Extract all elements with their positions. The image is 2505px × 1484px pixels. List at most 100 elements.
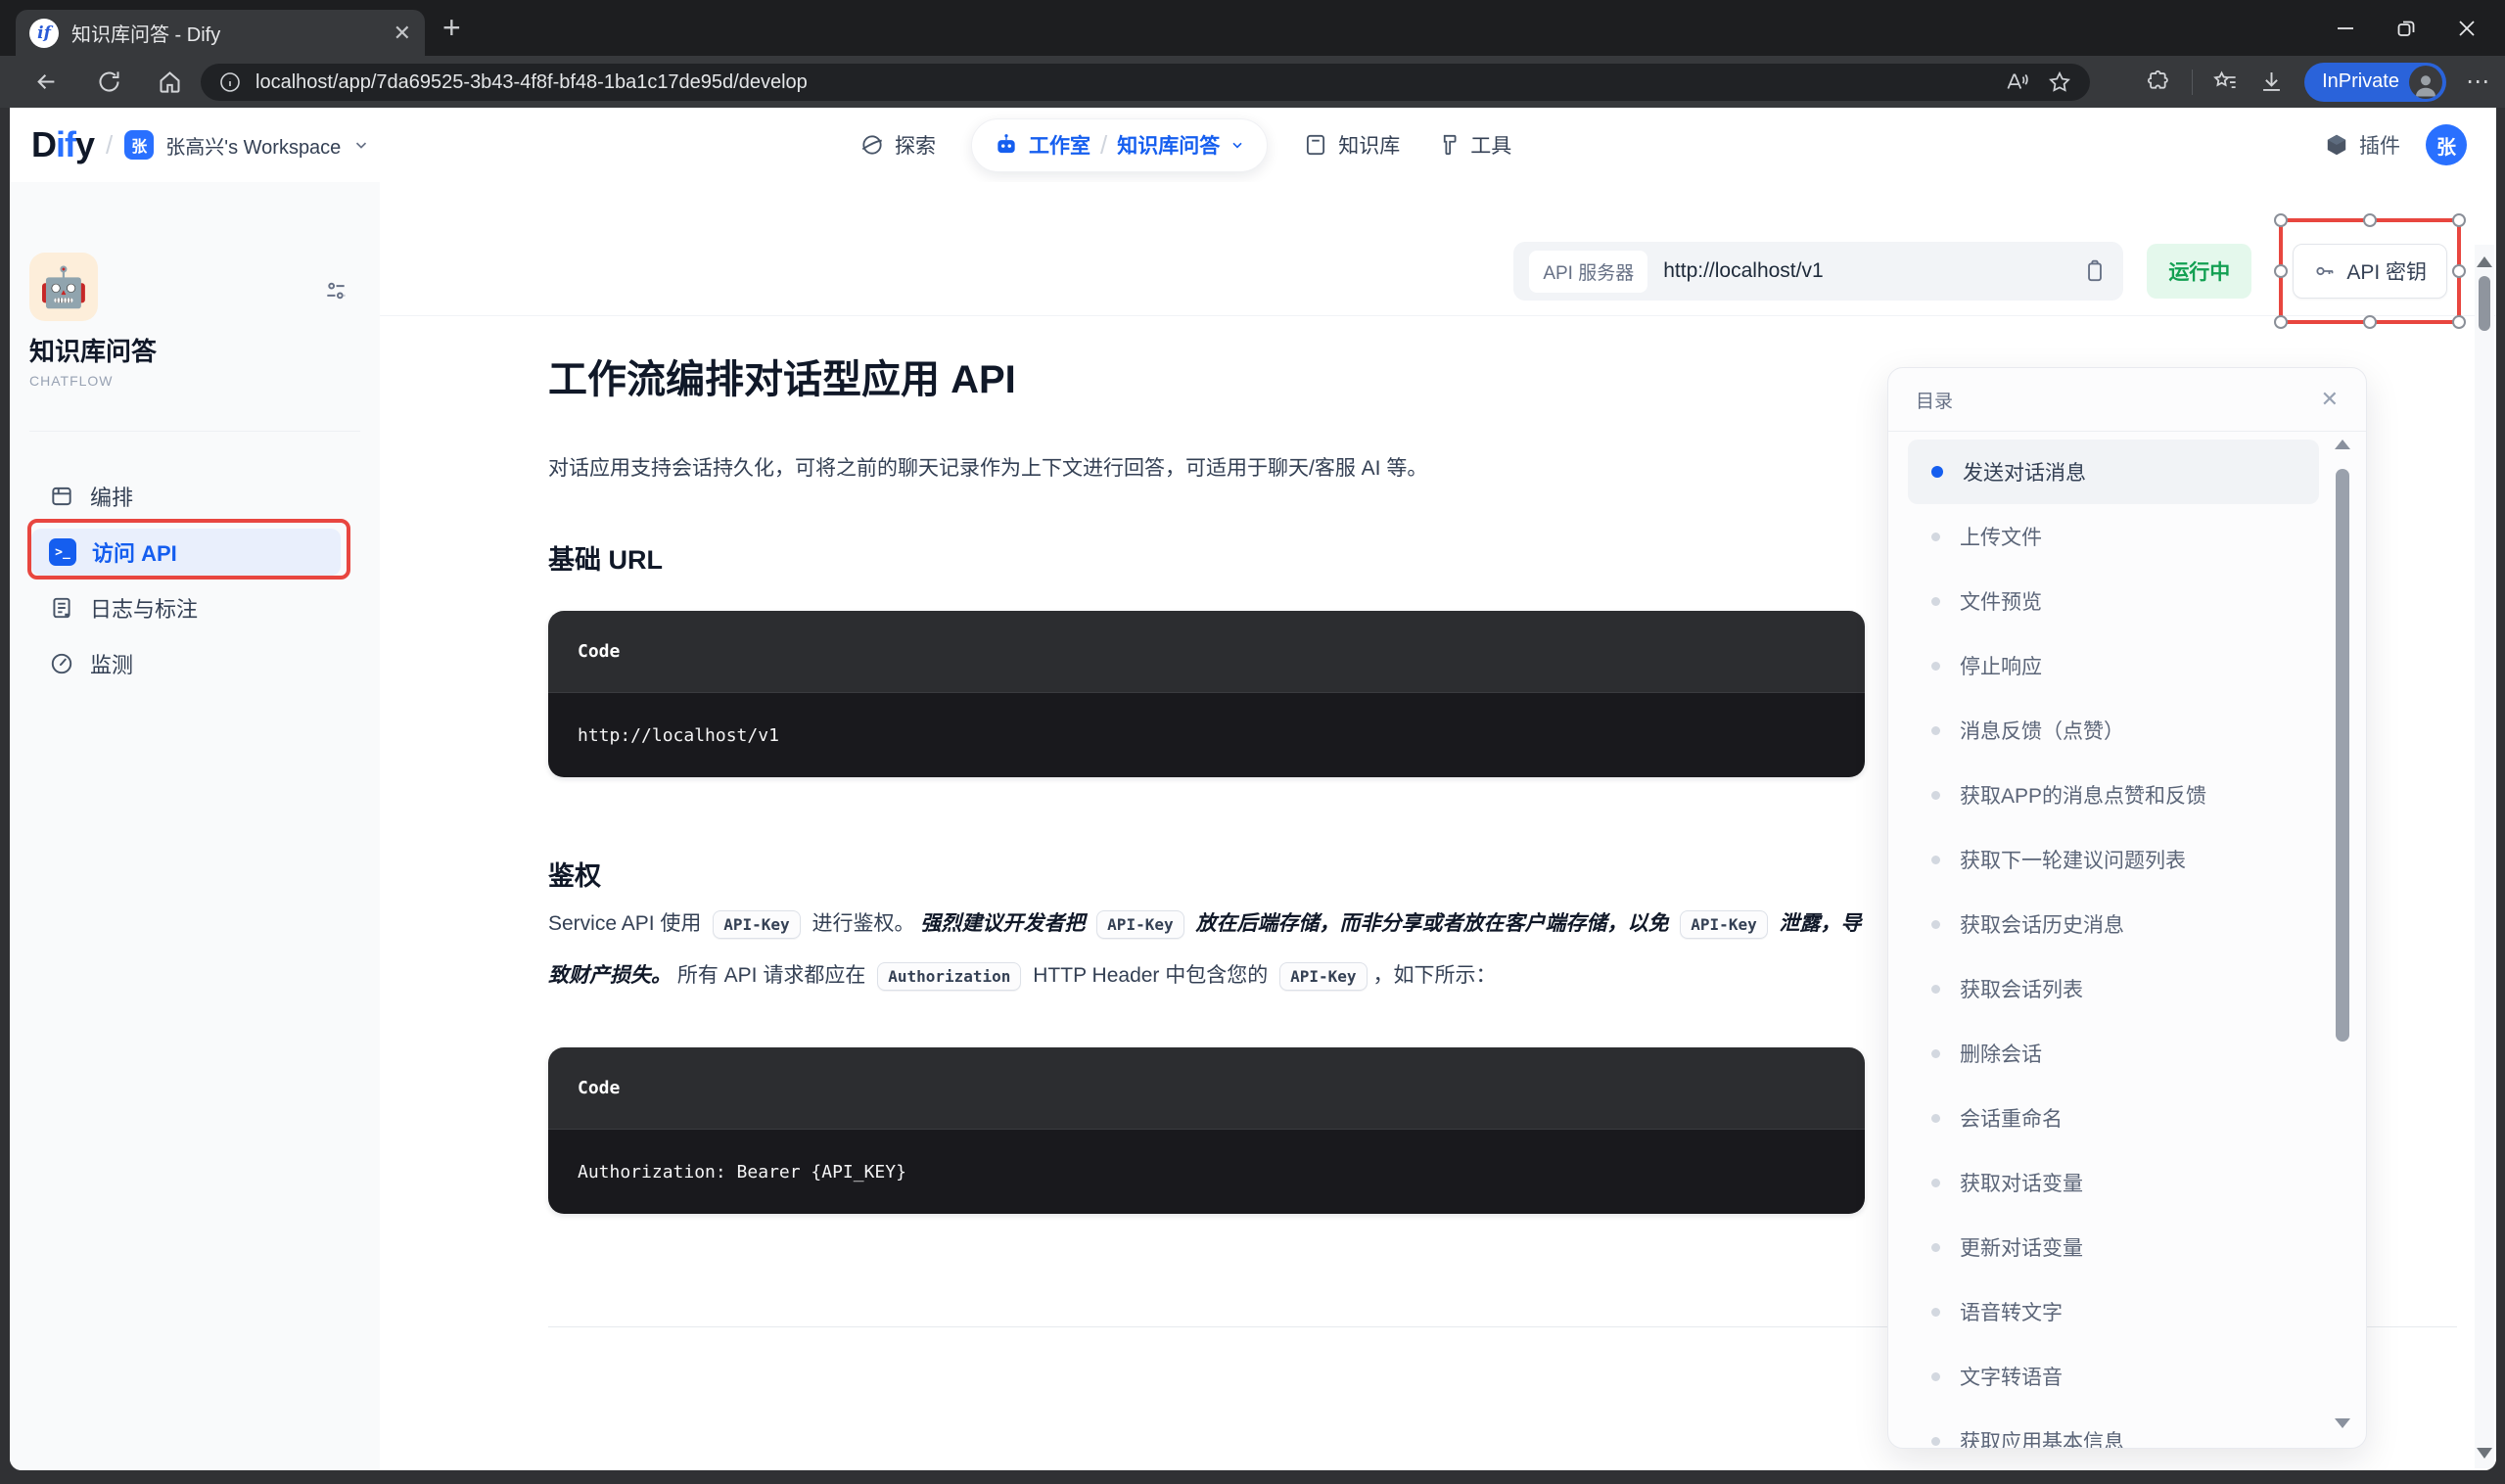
nav-studio[interactable]: 工作室 xyxy=(1029,130,1090,160)
toc-item[interactable]: 会话重命名 xyxy=(1908,1086,2319,1150)
toc-item-label: 停止响应 xyxy=(1960,651,2042,680)
toc-item-label: 获取会话列表 xyxy=(1960,974,2083,1003)
sidebar-item-logs[interactable]: 日志与标注 xyxy=(31,584,341,631)
page-scroll-up-arrow[interactable] xyxy=(2477,256,2492,267)
toc-item[interactable]: 消息反馈（点赞） xyxy=(1908,698,2319,763)
toc-item-dot-icon xyxy=(1931,1372,1940,1381)
copy-icon[interactable] xyxy=(2082,258,2108,284)
toc-close-icon[interactable]: ✕ xyxy=(2321,387,2339,412)
scroll-down-arrow[interactable] xyxy=(2335,1418,2350,1428)
toc-item-dot-icon xyxy=(1931,920,1940,929)
nav-plugins[interactable]: 插件 xyxy=(2324,130,2400,160)
site-info-icon[interactable] xyxy=(218,70,242,94)
toc-item[interactable]: 停止响应 xyxy=(1908,633,2319,698)
toc-item[interactable]: 获取会话历史消息 xyxy=(1908,892,2319,956)
header-right: 插件 张 xyxy=(2324,108,2467,182)
chevron-down-icon[interactable] xyxy=(352,136,370,154)
sidebar-item-orchestrate[interactable]: 编排 xyxy=(31,473,341,520)
inprivate-badge[interactable]: InPrivate xyxy=(2304,63,2446,102)
toc-item[interactable]: 获取应用基本信息 xyxy=(1908,1409,2319,1449)
workspace-name[interactable]: 张高兴's Workspace xyxy=(165,131,341,160)
close-button[interactable] xyxy=(2436,5,2497,52)
studio-breadcrumb-pill[interactable]: 工作室 / 知识库问答 xyxy=(971,118,1268,172)
toc-item[interactable]: 获取APP的消息点赞和反馈 xyxy=(1908,763,2319,827)
pill-slash: / xyxy=(1100,130,1107,161)
address-bar[interactable]: localhost/app/7da69525-3b43-4f8f-bf48-1b… xyxy=(201,64,2090,101)
sidebar-divider xyxy=(29,431,360,432)
toc-item-dot-icon xyxy=(1931,1437,1940,1446)
workspace-avatar[interactable]: 张 xyxy=(124,130,154,160)
toc-item-label: 删除会话 xyxy=(1960,1039,2042,1068)
toc-item[interactable]: 文件预览 xyxy=(1908,569,2319,633)
user-avatar[interactable]: 张 xyxy=(2426,124,2467,165)
tab-close-icon[interactable]: ✕ xyxy=(394,21,411,46)
toc-item-label: 获取下一轮建议问题列表 xyxy=(1960,845,2186,874)
toc-item[interactable]: 获取下一轮建议问题列表 xyxy=(1908,827,2319,892)
toc-scrollbar[interactable] xyxy=(2333,440,2352,1434)
refresh-icon[interactable] xyxy=(96,69,122,95)
downloads-icon[interactable] xyxy=(2258,69,2285,95)
nav-explore[interactable]: 探索 xyxy=(859,130,936,160)
toc-item[interactable]: 获取对话变量 xyxy=(1908,1150,2319,1215)
favorite-star-icon[interactable] xyxy=(2047,70,2072,95)
doc-title: 工作流编排对话型应用 API xyxy=(548,348,1016,404)
toc-item-label: 获取会话历史消息 xyxy=(1960,909,2124,939)
restore-button[interactable] xyxy=(2376,5,2436,52)
collections-icon[interactable] xyxy=(2212,69,2239,95)
app-body: 🤖 知识库问答 CHATFLOW 编排 >_ 访问 API xyxy=(10,182,2496,1470)
base-url-code-block: Code http://localhost/v1 xyxy=(548,611,1865,777)
scroll-up-arrow[interactable] xyxy=(2335,440,2350,449)
app-settings-icon[interactable] xyxy=(323,278,348,303)
toc-item[interactable]: 发送对话消息 xyxy=(1908,440,2319,504)
toc-item[interactable]: 获取会话列表 xyxy=(1908,956,2319,1021)
browser-tab[interactable]: if 知识库问答 - Dify ✕ xyxy=(16,10,425,56)
code-block-body[interactable]: Authorization: Bearer {API_KEY} xyxy=(548,1130,1865,1214)
nav-tools[interactable]: 工具 xyxy=(1435,130,1511,160)
page-scroll-down-arrow[interactable] xyxy=(2477,1448,2492,1459)
sidebar-item-monitoring[interactable]: 监测 xyxy=(31,640,341,687)
annotation-box-api-key xyxy=(2279,218,2461,324)
toc-item[interactable]: 更新对话变量 xyxy=(1908,1215,2319,1279)
toc-item[interactable]: 语音转文字 xyxy=(1908,1279,2319,1344)
extensions-icon[interactable] xyxy=(2146,69,2172,95)
sidebar: 🤖 知识库问答 CHATFLOW 编排 >_ 访问 API xyxy=(10,182,380,1470)
monitoring-icon xyxy=(49,651,74,676)
toc-scroll-thumb[interactable] xyxy=(2336,469,2349,1042)
header-nav: 探索 工作室 / 知识库问答 知识库 xyxy=(859,108,1511,182)
settings-more-icon[interactable]: ⋯ xyxy=(2466,68,2491,96)
breadcrumb-slash: / xyxy=(106,130,113,161)
nav-current-app[interactable]: 知识库问答 xyxy=(1117,130,1220,160)
status-badge: 运行中 xyxy=(2147,244,2251,299)
profile-avatar-icon[interactable] xyxy=(2409,66,2442,99)
toc-item[interactable]: 文字转语音 xyxy=(1908,1344,2319,1409)
toc-item-dot-icon xyxy=(1931,1179,1940,1187)
minimize-button[interactable] xyxy=(2315,5,2376,52)
tab-favicon: if xyxy=(29,19,59,48)
auth-text: HTTP Header 中包含您的 xyxy=(1027,964,1274,987)
toc-item-label: 文件预览 xyxy=(1960,586,2042,616)
header-left: Dify / 张 张高兴's Workspace xyxy=(31,108,370,182)
toc-item[interactable]: 上传文件 xyxy=(1908,504,2319,569)
new-tab-button[interactable]: + xyxy=(442,12,461,43)
home-icon[interactable] xyxy=(157,69,183,95)
address-bar-actions xyxy=(2004,70,2072,95)
nav-knowledge[interactable]: 知识库 xyxy=(1303,130,1400,160)
code-block-header: Code xyxy=(548,611,1865,693)
inline-code-chip: API-Key xyxy=(1680,910,1767,939)
app-icon[interactable]: 🤖 xyxy=(29,253,98,321)
orchestrate-icon xyxy=(49,484,74,509)
chevron-down-icon[interactable] xyxy=(1229,137,1245,153)
toc-item-label: 上传文件 xyxy=(1960,522,2042,551)
toc-item[interactable]: 删除会话 xyxy=(1908,1021,2319,1086)
page-scroll-thumb[interactable] xyxy=(2479,276,2490,331)
back-icon[interactable] xyxy=(33,69,60,95)
code-block-body[interactable]: http://localhost/v1 xyxy=(548,693,1865,777)
main-content: API 服务器 http://localhost/v1 运行中 API 密钥 xyxy=(380,182,2496,1470)
read-aloud-icon[interactable] xyxy=(2004,70,2029,95)
toc-item-dot-icon xyxy=(1931,791,1940,800)
dify-logo[interactable]: Dify xyxy=(31,124,94,165)
inline-code-chip: Authorization xyxy=(877,962,1021,991)
page-scrollbar[interactable] xyxy=(2475,245,2494,1468)
url-text[interactable]: localhost/app/7da69525-3b43-4f8f-bf48-1b… xyxy=(255,71,2004,94)
toc-item-dot-icon xyxy=(1931,466,1943,478)
